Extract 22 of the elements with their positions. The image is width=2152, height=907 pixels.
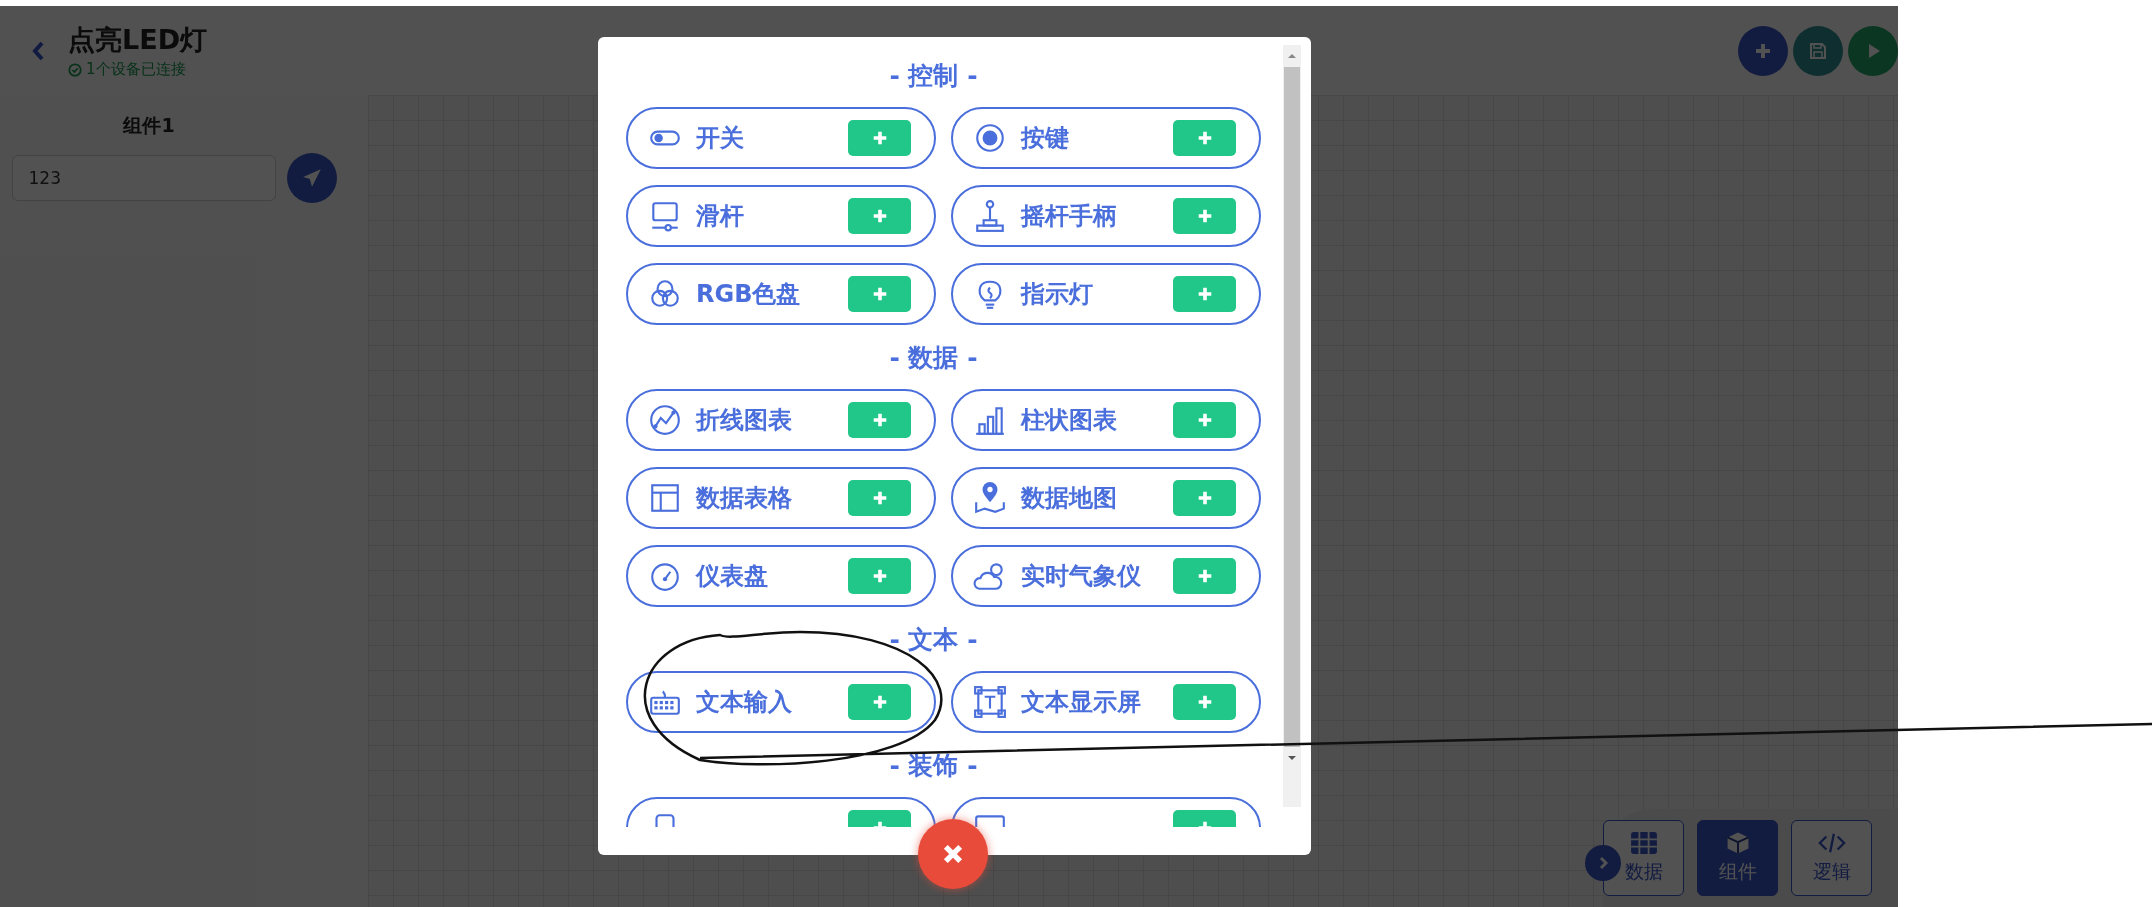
component-item[interactable]: 数据表格	[626, 467, 936, 529]
section-title: - 控制 -	[889, 60, 978, 92]
component-item[interactable]: 仪表盘	[626, 545, 936, 607]
component-item[interactable]: 折线图表	[626, 389, 936, 451]
component-item[interactable]: 开关	[626, 107, 936, 169]
section-title: - 文本 -	[889, 624, 978, 656]
section-title: - 数据 -	[889, 342, 978, 374]
component-item[interactable]: 文本输入	[626, 671, 936, 733]
project-title: 点亮LED灯	[68, 23, 208, 57]
component-item[interactable]: 实时气象仪	[951, 545, 1261, 607]
component-item[interactable]: 滑杆	[626, 185, 936, 247]
widget-label: 组件1	[123, 113, 175, 138]
component-item[interactable]: RGB色盘	[626, 263, 936, 325]
text-input-field[interactable]: 123	[11, 155, 276, 201]
connection-status: 1个设备已连接	[86, 60, 186, 79]
component-item[interactable]: 柱状图表	[951, 389, 1261, 451]
component-item[interactable]: 按键	[951, 107, 1261, 169]
component-item[interactable]: 数据地图	[951, 467, 1261, 529]
component-item[interactable]: 文本显示屏	[951, 671, 1261, 733]
component-item[interactable]: 指示灯	[951, 263, 1261, 325]
component-item[interactable]: 摇杆手柄	[951, 185, 1261, 247]
section-title: - 装饰 -	[889, 750, 978, 782]
